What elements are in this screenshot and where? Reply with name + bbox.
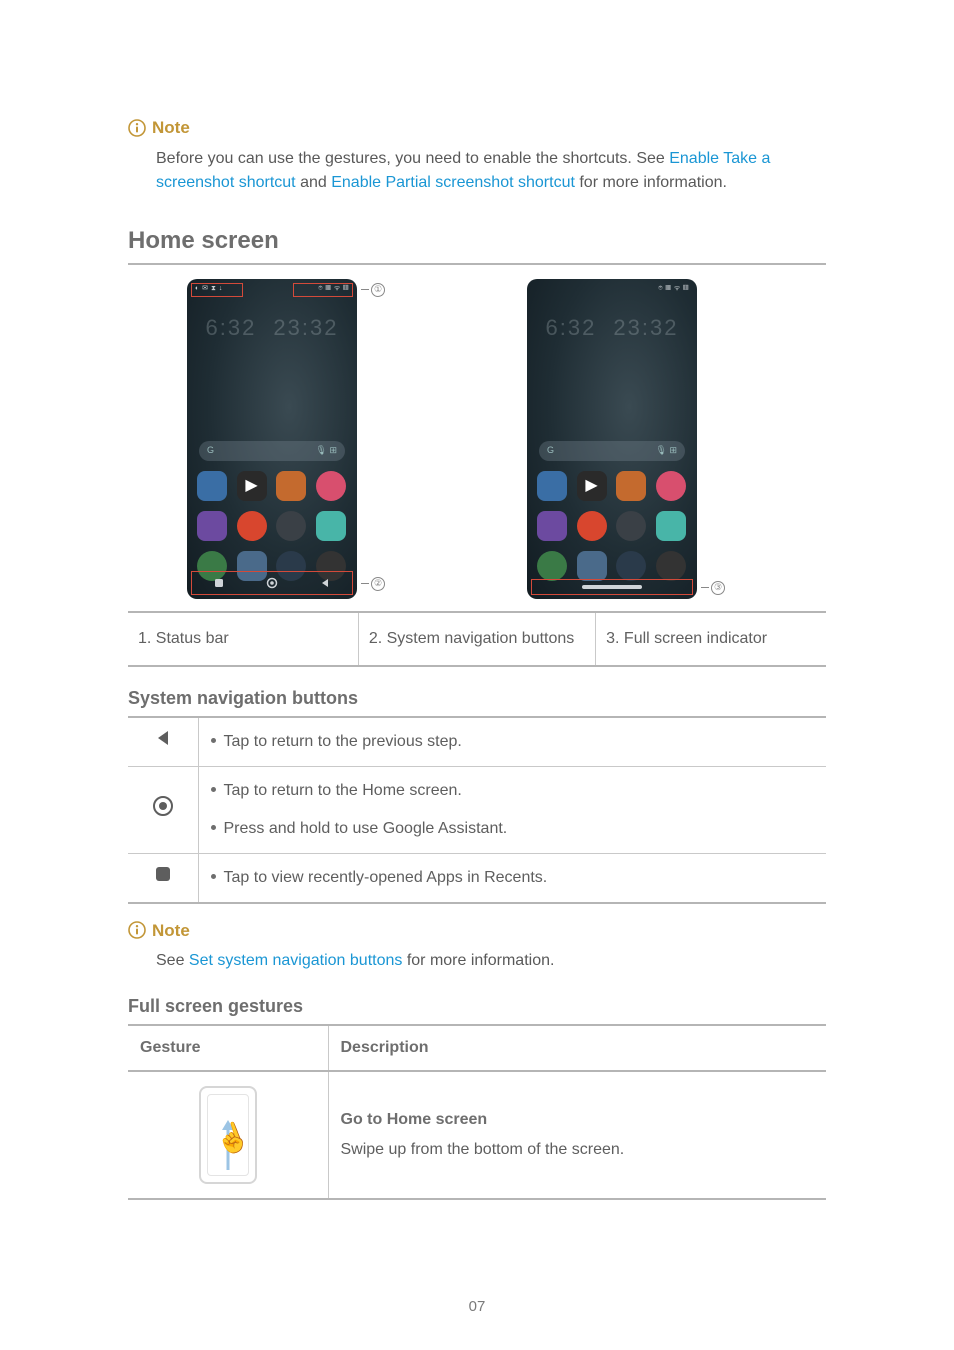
note-label: Note (152, 115, 190, 141)
phone-figure-fullscreen: ⌾ ▦ ᯤ ▥ 6:3223:32 G🎙 ⊞ ▶ ③ (497, 279, 797, 599)
callout-3: ③ (701, 581, 725, 595)
recents-icon (213, 577, 225, 589)
legend-status-bar: 1. Status bar (128, 612, 358, 666)
home-icon (266, 577, 278, 589)
legend-table: 1. Status bar 2. System navigation butto… (128, 611, 826, 667)
back-description: Tap to return to the previous step. (198, 717, 826, 767)
info-icon (128, 119, 146, 137)
fullscreen-indicator-highlight (531, 579, 693, 595)
gesture-icon-cell: ☝ (128, 1071, 328, 1199)
note-text: and (296, 174, 332, 191)
text: Tap to view recently-opened Apps in Rece… (224, 866, 548, 890)
divider (128, 263, 826, 265)
subsection-fullscreen-gestures: Full screen gestures (128, 993, 826, 1020)
phone-mockup: ⌾ ▦ ᯤ ▥ 6:3223:32 G🎙 ⊞ ▶ (527, 279, 697, 599)
legend-fullscreen-indicator: 3. Full screen indicator (596, 612, 826, 666)
fullscreen-indicator (582, 585, 642, 589)
search-bar: G🎙 ⊞ (539, 441, 685, 461)
note-body: Before you can use the gestures, you nee… (128, 147, 826, 195)
col-description: Description (328, 1025, 826, 1071)
app-icon-grid: ▶ (197, 471, 347, 581)
back-icon (153, 728, 173, 748)
home-description: Tap to return to the Home screen. Press … (198, 766, 826, 853)
table-row: Tap to return to the Home screen. Press … (128, 766, 826, 853)
info-icon (128, 921, 146, 939)
clock-widget: 6:3223:32 (187, 311, 357, 344)
home-icon (152, 795, 174, 817)
table-row: Tap to return to the previous step. (128, 717, 826, 767)
search-bar: G🎙 ⊞ (199, 441, 345, 461)
table-header-row: Gesture Description (128, 1025, 826, 1071)
recents-button-cell (128, 853, 198, 903)
back-button-cell (128, 717, 198, 767)
text: Tap to return to the previous step. (224, 730, 462, 754)
legend-nav-buttons: 2. System navigation buttons (358, 612, 595, 666)
recents-icon (154, 865, 172, 883)
note-body: See Set system navigation buttons for mo… (128, 949, 826, 973)
subsection-nav-buttons: System navigation buttons (128, 685, 826, 712)
note-text: for more information. (402, 952, 554, 969)
callout-1: ① (361, 283, 385, 297)
back-icon (319, 577, 331, 589)
note-heading: Note (128, 918, 826, 944)
gesture-swipe-up-figure: ☝ (199, 1086, 257, 1184)
text: Press and hold to use Google Assistant. (224, 817, 508, 841)
note-label: Note (152, 918, 190, 944)
note-heading: Note (128, 115, 826, 141)
gesture-table: Gesture Description ☝ Go to Home screen … (128, 1024, 826, 1200)
status-icons-right: ⌾ ▦ ᯤ ▥ (318, 284, 349, 295)
phone-figure-nav-buttons: ◐ ✉ ⧗ ↓ ⌾ ▦ ᯤ ▥ 6:3223:32 G🎙 ⊞ ▶ (157, 279, 457, 599)
text: Tap to return to the Home screen. (224, 779, 462, 803)
link-set-nav-buttons[interactable]: Set system navigation buttons (189, 952, 402, 969)
note-text: See (156, 952, 189, 969)
page-number: 07 (0, 1296, 954, 1319)
navbar-highlight (191, 571, 353, 595)
callout-2: ② (361, 577, 385, 591)
gesture-description-cell: Go to Home screen Swipe up from the bott… (328, 1071, 826, 1199)
gesture-title: Go to Home screen (341, 1108, 815, 1132)
nav-buttons-table: Tap to return to the previous step. Tap … (128, 716, 826, 904)
status-icons-left: ◐ ✉ ⧗ ↓ (195, 284, 223, 295)
phone-mockup: ◐ ✉ ⧗ ↓ ⌾ ▦ ᯤ ▥ 6:3223:32 G🎙 ⊞ ▶ (187, 279, 357, 599)
gesture-desc: Swipe up from the bottom of the screen. (341, 1138, 815, 1162)
screenshots-row: ◐ ✉ ⧗ ↓ ⌾ ▦ ᯤ ▥ 6:3223:32 G🎙 ⊞ ▶ (128, 271, 826, 605)
table-row: Tap to view recently-opened Apps in Rece… (128, 853, 826, 903)
table-row: ☝ Go to Home screen Swipe up from the bo… (128, 1071, 826, 1199)
clock-widget: 6:3223:32 (527, 311, 697, 344)
section-title-home-screen: Home screen (128, 223, 826, 259)
note-text: Before you can use the gestures, you nee… (156, 150, 669, 167)
home-button-cell (128, 766, 198, 853)
app-icon-grid: ▶ (537, 471, 687, 581)
recents-description: Tap to view recently-opened Apps in Rece… (198, 853, 826, 903)
col-gesture: Gesture (128, 1025, 328, 1071)
link-enable-partial-screenshot[interactable]: Enable Partial screenshot shortcut (331, 174, 575, 191)
status-icons-right: ⌾ ▦ ᯤ ▥ (658, 284, 689, 295)
note-text: for more information. (575, 174, 727, 191)
